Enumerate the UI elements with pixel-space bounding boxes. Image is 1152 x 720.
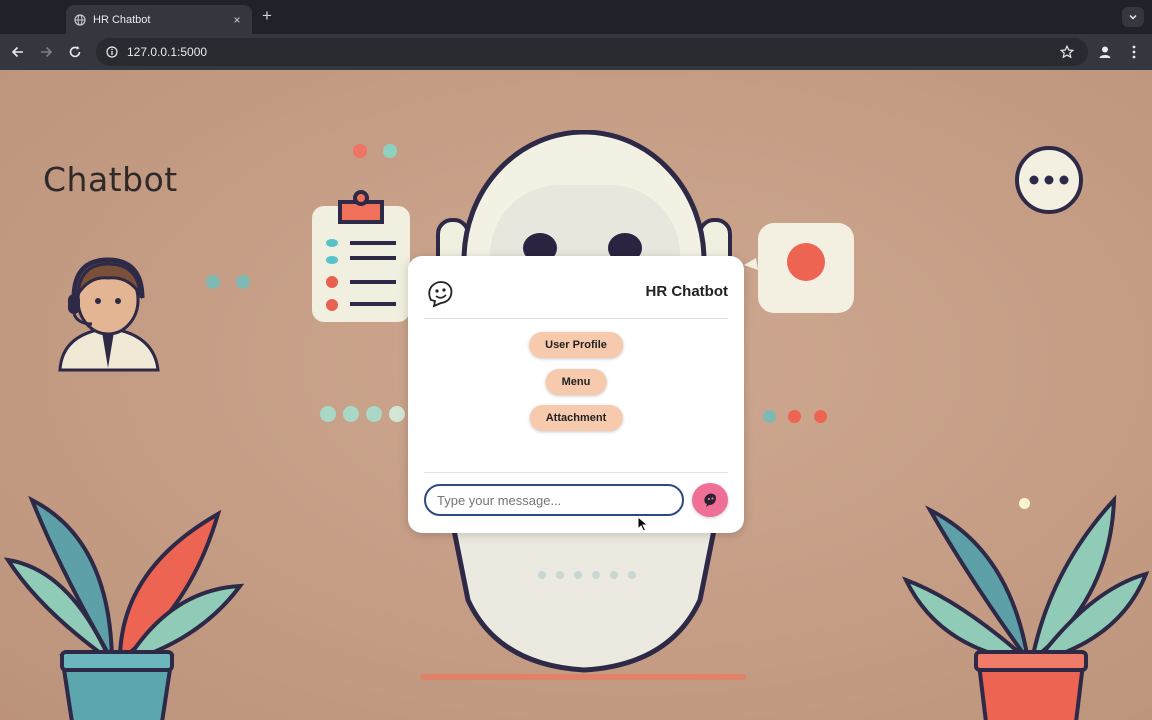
tab-title: HR Chatbot <box>93 13 151 26</box>
message-input[interactable] <box>424 484 684 516</box>
mouse-cursor-icon <box>637 516 649 532</box>
decor-dot <box>389 406 405 422</box>
globe-icon <box>74 13 86 26</box>
forward-button[interactable] <box>36 42 56 62</box>
robot-shadow <box>420 674 746 680</box>
decor-dot <box>320 406 336 422</box>
chat-title: HR Chatbot <box>645 283 729 300</box>
decor-dot <box>366 406 382 422</box>
browser-tab[interactable]: HR Chatbot × <box>66 5 252 34</box>
decor-dot <box>236 275 250 289</box>
decor-dot <box>206 275 220 289</box>
tab-close-icon[interactable]: × <box>230 13 244 27</box>
arrow-right-icon <box>41 46 53 58</box>
plant-right-illustration <box>902 494 1150 720</box>
send-button[interactable] <box>692 483 728 517</box>
kebab-menu-icon <box>1132 45 1136 59</box>
reload-button[interactable] <box>65 42 85 62</box>
profile-icon <box>1099 46 1111 58</box>
background-title: Chatbot <box>43 160 178 199</box>
decor-dot <box>814 410 827 423</box>
decor-dot <box>763 410 776 423</box>
send-icon <box>704 493 716 507</box>
decor-dot <box>353 144 367 158</box>
site-info-icon[interactable] <box>106 46 118 58</box>
option-menu-button[interactable]: Menu <box>545 369 607 395</box>
support-agent-illustration <box>58 257 160 372</box>
reload-icon <box>69 46 81 58</box>
decor-dot <box>1019 498 1030 509</box>
url-text: 127.0.0.1:5000 <box>127 45 208 59</box>
chat-widget: HR Chatbot User Profile Menu Attachment <box>408 256 744 533</box>
browser-toolbar: 127.0.0.1:5000 <box>0 34 1152 70</box>
address-bar[interactable]: 127.0.0.1:5000 <box>96 38 1088 66</box>
profile-button[interactable] <box>1095 42 1115 62</box>
option-user-profile-button[interactable]: User Profile <box>529 332 623 358</box>
new-tab-button[interactable]: + <box>260 6 274 26</box>
arrow-left-icon <box>11 46 23 58</box>
speech-bubble-illustration <box>744 223 854 313</box>
bookmark-star-icon[interactable] <box>1060 45 1074 59</box>
plant-left-illustration <box>3 495 245 720</box>
decor-dot <box>343 406 359 422</box>
browser-tab-bar: HR Chatbot × + <box>0 0 1152 34</box>
option-attachment-button[interactable]: Attachment <box>529 405 623 431</box>
clipboard-illustration <box>312 190 410 322</box>
chevron-down-icon <box>1129 14 1137 20</box>
chatbot-logo-icon <box>428 281 453 308</box>
browser-menu-button[interactable] <box>1124 42 1144 62</box>
typing-bubble-illustration <box>1015 146 1083 214</box>
chat-footer-divider <box>424 472 728 473</box>
back-button[interactable] <box>8 42 28 62</box>
tab-search-button[interactable] <box>1122 7 1144 27</box>
decor-dot <box>383 144 397 158</box>
chat-header: HR Chatbot <box>424 276 728 319</box>
decor-dot <box>788 410 801 423</box>
